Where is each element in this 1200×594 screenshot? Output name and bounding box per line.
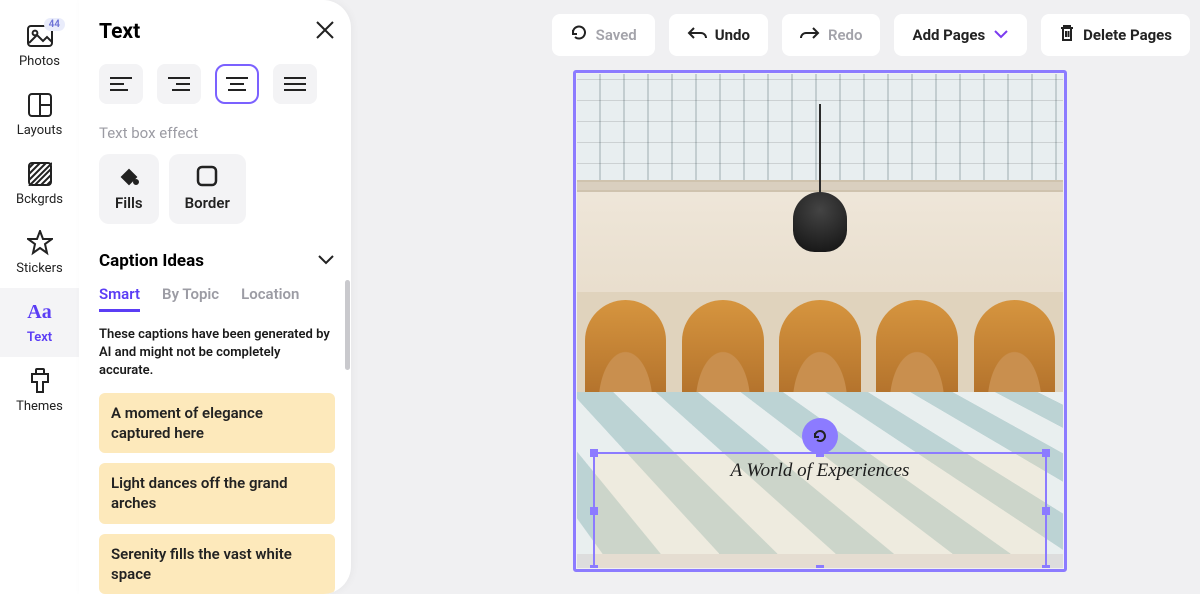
- layouts-icon: [26, 91, 54, 119]
- caption-ideas-header: Caption Ideas: [99, 251, 204, 271]
- undo-icon: [687, 26, 707, 44]
- trash-icon: [1059, 24, 1075, 46]
- sidebar-item-themes[interactable]: Themes: [0, 357, 79, 426]
- photo-count-badge: 44: [44, 18, 65, 31]
- sidebar-item-label: Bckgrds: [16, 192, 63, 207]
- sidebar-item-text[interactable]: Aa Text: [0, 288, 79, 357]
- saved-status: Saved: [552, 14, 655, 56]
- fills-button[interactable]: Fills: [99, 154, 159, 224]
- sidebar-item-photos[interactable]: 44 Photos: [0, 12, 79, 81]
- sidebar-item-label: Stickers: [16, 261, 62, 276]
- align-right-button[interactable]: [157, 64, 201, 104]
- ai-disclaimer: These captions have been generated by AI…: [99, 326, 335, 381]
- resize-handle[interactable]: [816, 449, 824, 457]
- align-left-button[interactable]: [99, 64, 143, 104]
- resize-handle[interactable]: [1042, 449, 1050, 457]
- sidebar-item-label: Themes: [16, 399, 63, 414]
- text-box-content[interactable]: A World of Experiences: [595, 454, 1045, 482]
- tab-location[interactable]: Location: [241, 285, 299, 312]
- resize-handle[interactable]: [1042, 565, 1050, 568]
- main-sidebar: 44 Photos Layouts Bckgrds Stickers Aa Te…: [0, 0, 79, 594]
- resize-handle[interactable]: [590, 507, 598, 515]
- border-button[interactable]: Border: [169, 154, 246, 224]
- tab-by-topic[interactable]: By Topic: [162, 285, 219, 312]
- text-box-selection[interactable]: A World of Experiences: [593, 452, 1047, 568]
- sidebar-item-stickers[interactable]: Stickers: [0, 219, 79, 288]
- chevron-down-icon: [993, 26, 1009, 44]
- page[interactable]: A World of Experiences: [575, 72, 1065, 570]
- refresh-icon: [570, 24, 588, 46]
- backgrounds-icon: [26, 160, 54, 188]
- add-pages-button[interactable]: Add Pages: [894, 14, 1027, 56]
- text-icon: Aa: [26, 298, 54, 326]
- sidebar-item-layouts[interactable]: Layouts: [0, 81, 79, 150]
- redo-button[interactable]: Redo: [782, 14, 881, 56]
- caption-list: A moment of elegance captured here Light…: [99, 393, 335, 594]
- undo-button[interactable]: Undo: [669, 14, 768, 56]
- photo-arches: [577, 292, 1063, 404]
- scrollbar[interactable]: [345, 280, 350, 370]
- sidebar-item-label: Layouts: [17, 123, 63, 138]
- close-icon[interactable]: [315, 18, 335, 46]
- sidebar-item-backgrounds[interactable]: Bckgrds: [0, 150, 79, 219]
- sidebar-item-label: Photos: [19, 54, 60, 69]
- top-toolbar: Saved Undo Redo Add Pages Delete Pages: [552, 14, 1190, 56]
- caption-tabs: Smart By Topic Location: [99, 285, 335, 312]
- resize-handle[interactable]: [1042, 507, 1050, 515]
- alignment-row: [99, 64, 335, 104]
- align-justify-button[interactable]: [273, 64, 317, 104]
- redo-icon: [800, 26, 820, 44]
- canvas-area: Saved Undo Redo Add Pages Delete Pages: [351, 0, 1200, 594]
- photo-chandelier-body: [793, 192, 847, 252]
- page-content: A World of Experiences: [577, 74, 1063, 568]
- caption-suggestion[interactable]: Serenity fills the vast white space: [99, 534, 335, 594]
- resize-handle[interactable]: [590, 565, 598, 568]
- align-center-button[interactable]: [215, 64, 259, 104]
- resize-handle[interactable]: [816, 565, 824, 568]
- delete-pages-button[interactable]: Delete Pages: [1041, 14, 1190, 56]
- effect-section-label: Text box effect: [99, 124, 335, 142]
- themes-icon: [26, 367, 54, 395]
- caption-suggestion[interactable]: A moment of elegance captured here: [99, 393, 335, 454]
- chevron-down-icon[interactable]: [317, 250, 335, 271]
- stickers-icon: [26, 229, 54, 257]
- fills-icon: [117, 164, 141, 188]
- sidebar-item-label: Text: [27, 330, 52, 345]
- caption-suggestion[interactable]: Light dances off the grand arches: [99, 463, 335, 524]
- panel-title: Text: [99, 20, 140, 44]
- text-panel: Text Text box effect Fills: [79, 0, 351, 594]
- resize-handle[interactable]: [590, 449, 598, 457]
- tab-smart[interactable]: Smart: [99, 285, 140, 312]
- border-icon: [195, 164, 219, 188]
